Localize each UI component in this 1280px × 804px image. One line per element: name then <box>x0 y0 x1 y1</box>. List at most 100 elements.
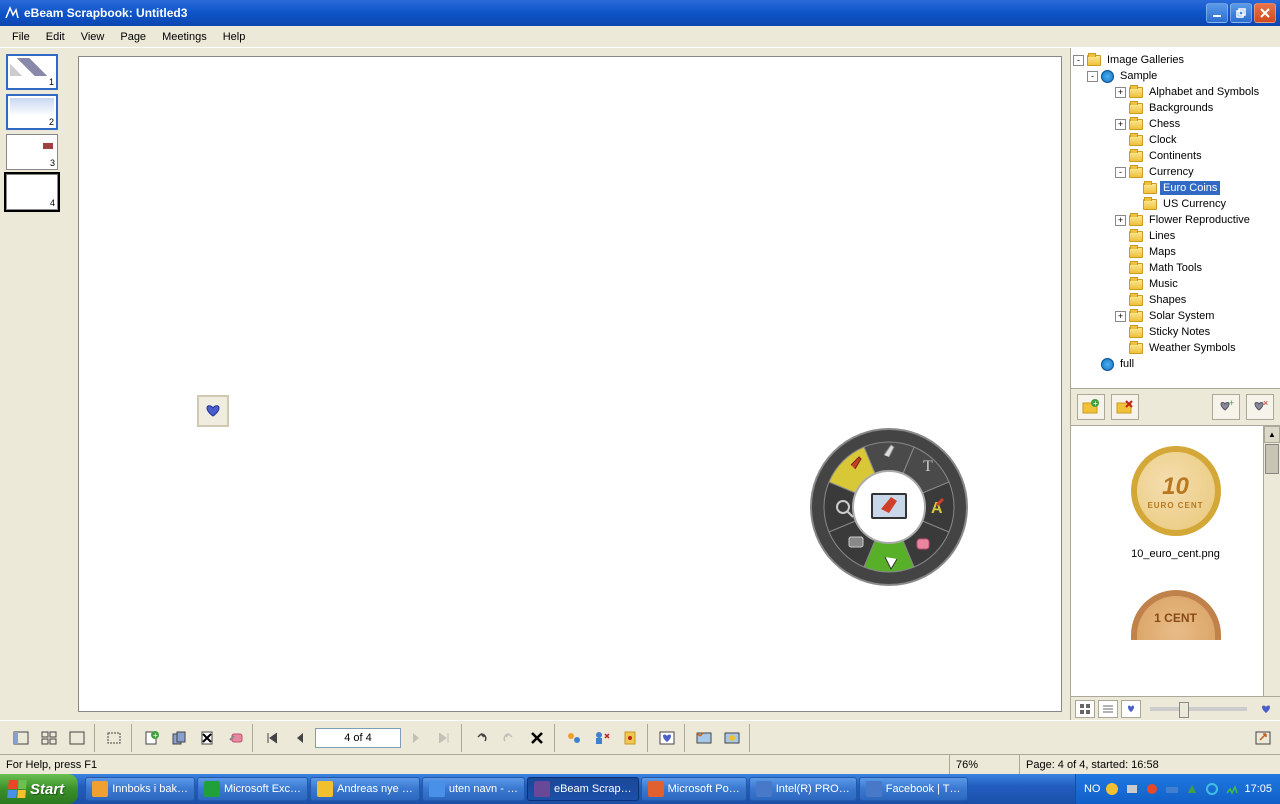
taskbar-item[interactable]: Andreas nye … <box>310 777 420 801</box>
tree-item[interactable]: Clock <box>1071 132 1280 148</box>
view-full-button[interactable] <box>64 726 90 750</box>
tree-label[interactable]: Currency <box>1146 165 1197 179</box>
tree-label[interactable]: Weather Symbols <box>1146 341 1239 355</box>
gallery-remove-favorite-button[interactable]: × <box>1246 394 1274 420</box>
tree-label[interactable]: Solar System <box>1146 309 1217 323</box>
gallery-scrollbar[interactable]: ▲ <box>1263 426 1280 696</box>
tree-item[interactable]: - Currency <box>1071 164 1280 180</box>
tray-icon-7[interactable] <box>1224 781 1240 797</box>
tree-label[interactable]: Backgrounds <box>1146 101 1216 115</box>
prev-page-button[interactable] <box>287 726 313 750</box>
meeting-button[interactable] <box>589 726 615 750</box>
tree-item[interactable]: Math Tools <box>1071 260 1280 276</box>
tree-expander[interactable]: + <box>1115 215 1126 226</box>
tree-item[interactable]: Euro Coins <box>1071 180 1280 196</box>
add-page-button[interactable]: + <box>138 726 164 750</box>
tree-label[interactable]: Maps <box>1146 245 1179 259</box>
menu-file[interactable]: File <box>4 29 38 45</box>
menu-help[interactable]: Help <box>215 29 254 45</box>
taskbar-item[interactable]: Intel(R) PRO… <box>749 777 857 801</box>
tree-label[interactable]: Alphabet and Symbols <box>1146 85 1262 99</box>
minimize-button[interactable] <box>1206 3 1228 23</box>
thumbnail-1[interactable]: 1 <box>6 54 58 90</box>
taskbar-item[interactable]: eBeam Scrap… <box>527 777 639 801</box>
tray-icon-2[interactable] <box>1124 781 1140 797</box>
tray-icon-1[interactable] <box>1104 781 1120 797</box>
delete-page-button[interactable] <box>194 726 220 750</box>
gallery-delete-folder-button[interactable] <box>1111 394 1139 420</box>
tree-root[interactable]: Image Galleries <box>1104 53 1187 67</box>
tree-item[interactable]: +Flower Reproductive <box>1071 212 1280 228</box>
tray-icon-4[interactable] <box>1164 781 1180 797</box>
tray-icon-6[interactable] <box>1204 781 1220 797</box>
view-list-button[interactable] <box>1098 700 1118 718</box>
tree-sample[interactable]: Sample <box>1117 69 1160 83</box>
first-page-button[interactable] <box>259 726 285 750</box>
tree-item[interactable]: Lines <box>1071 228 1280 244</box>
taskbar-item[interactable]: uten navn - … <box>422 777 525 801</box>
next-page-button[interactable] <box>403 726 429 750</box>
tree-item[interactable]: Weather Symbols <box>1071 340 1280 356</box>
preview-item-2[interactable]: 1 CENT <box>1131 590 1221 640</box>
clock[interactable]: 17:05 <box>1244 783 1272 795</box>
gallery-toggle-button[interactable] <box>654 726 680 750</box>
close-button[interactable] <box>1254 3 1276 23</box>
tree-label[interactable]: Continents <box>1146 149 1205 163</box>
thumbnail-3[interactable]: 3 <box>6 134 58 170</box>
tree-label[interactable]: Chess <box>1146 117 1183 131</box>
last-page-button[interactable] <box>431 726 457 750</box>
canvas[interactable]: A T <box>78 56 1062 712</box>
tree-label[interactable]: Math Tools <box>1146 261 1205 275</box>
projector-button[interactable] <box>719 726 745 750</box>
tree-expander[interactable]: - <box>1115 167 1126 178</box>
taskbar-item[interactable]: Facebook | T… <box>859 777 968 801</box>
delete-button[interactable] <box>524 726 550 750</box>
tree-label[interactable]: Lines <box>1146 229 1178 243</box>
view-single-button[interactable] <box>8 726 34 750</box>
scroll-thumb[interactable] <box>1265 444 1279 474</box>
tree-label[interactable]: Euro Coins <box>1160 181 1220 195</box>
duplicate-page-button[interactable] <box>166 726 192 750</box>
record-button[interactable] <box>617 726 643 750</box>
scroll-up-button[interactable]: ▲ <box>1264 426 1280 443</box>
tree-label[interactable]: Shapes <box>1146 293 1189 307</box>
share-button[interactable] <box>561 726 587 750</box>
tree-label[interactable]: US Currency <box>1160 197 1229 211</box>
tree-item[interactable]: Backgrounds <box>1071 100 1280 116</box>
tree-item[interactable]: Music <box>1071 276 1280 292</box>
zoom-slider[interactable] <box>1150 707 1247 711</box>
tree-item[interactable]: + Alphabet and Symbols <box>1071 84 1280 100</box>
gallery-add-folder-button[interactable]: + <box>1077 394 1105 420</box>
menu-view[interactable]: View <box>73 29 113 45</box>
tree-item[interactable]: Sticky Notes <box>1071 324 1280 340</box>
tree-item[interactable]: Shapes <box>1071 292 1280 308</box>
preview-item-1[interactable]: 10 EURO CENT 10_euro_cent.png <box>1131 446 1221 560</box>
view-grid-button[interactable] <box>1075 700 1095 718</box>
tree-expander[interactable]: + <box>1115 311 1126 322</box>
tree-label[interactable]: Clock <box>1146 133 1180 147</box>
taskbar-item[interactable]: Innboks i bak… <box>85 777 195 801</box>
page-input[interactable] <box>315 728 401 748</box>
tree-label[interactable]: Sticky Notes <box>1146 325 1213 339</box>
taskbar-item[interactable]: Microsoft Exc… <box>197 777 308 801</box>
screen-button[interactable] <box>691 726 717 750</box>
tray-icon-5[interactable] <box>1184 781 1200 797</box>
undo-button[interactable] <box>468 726 494 750</box>
clear-page-button[interactable] <box>222 726 248 750</box>
view-grid-button[interactable] <box>36 726 62 750</box>
tree-label[interactable]: Music <box>1146 277 1181 291</box>
tree-expander[interactable]: + <box>1115 87 1126 98</box>
tree-expander[interactable]: + <box>1115 119 1126 130</box>
menu-edit[interactable]: Edit <box>38 29 73 45</box>
expand-button[interactable] <box>1250 726 1276 750</box>
tree-item[interactable]: + Solar System <box>1071 308 1280 324</box>
taskbar-item[interactable]: Microsoft Po… <box>641 777 747 801</box>
thumbnail-4[interactable]: 4 <box>6 174 58 210</box>
tree-item[interactable]: US Currency <box>1071 196 1280 212</box>
canvas-object[interactable] <box>197 395 229 427</box>
menu-page[interactable]: Page <box>112 29 154 45</box>
tray-icon-3[interactable] <box>1144 781 1160 797</box>
select-button[interactable] <box>101 726 127 750</box>
language-indicator[interactable]: NO <box>1084 783 1101 795</box>
restore-button[interactable] <box>1230 3 1252 23</box>
